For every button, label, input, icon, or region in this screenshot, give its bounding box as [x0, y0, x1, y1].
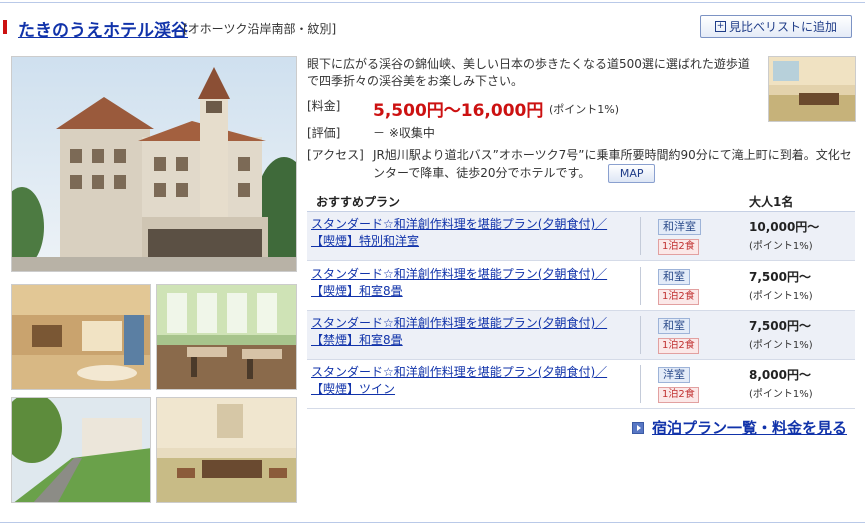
room-type-badge: 和室 [658, 269, 690, 285]
column-divider [640, 316, 641, 354]
add-to-compare-button[interactable]: + 見比べリストに追加 [700, 15, 852, 38]
meal-badge: 1泊2食 [658, 239, 699, 255]
plan-points: (ポイント1%) [749, 291, 813, 302]
price-point-rate: (ポイント1%) [549, 103, 620, 116]
add-to-compare-label: 見比べリストに追加 [728, 20, 837, 34]
room-type-badge: 洋室 [658, 367, 690, 383]
all-plans-label: 宿泊プラン一覧・料金を見る [652, 419, 848, 437]
plus-box-icon: + [714, 21, 726, 32]
plan-name-link[interactable]: スタンダード☆和洋創作料理を堪能プラン(夕朝食付)／【喫煙】ツイン [311, 364, 627, 398]
bottom-divider [0, 522, 865, 523]
arrow-right-icon [632, 421, 644, 434]
column-divider [640, 217, 641, 255]
plan-price: 8,000円〜 [749, 368, 811, 382]
room-type-badge: 和室 [658, 318, 690, 334]
column-divider [640, 267, 641, 305]
plan-row: スタンダード☆和洋創作料理を堪能プラン(夕朝食付)／【喫煙】特別和洋室 和洋室 … [307, 212, 855, 261]
meal-badge: 1泊2食 [658, 289, 699, 305]
plan-row: スタンダード☆和洋創作料理を堪能プラン(夕朝食付)／【禁煙】和室8畳 和室 1泊… [307, 311, 855, 360]
map-button[interactable]: MAP [608, 164, 656, 183]
meal-badge: 1泊2食 [658, 387, 699, 403]
rating-value: － ※収集中 [373, 126, 435, 140]
restaurant-photo[interactable] [156, 284, 297, 390]
access-info: JR旭川駅より道北バス”オホーツク7号”に乗車所要時間約90分にて滝上町に到着。… [373, 146, 859, 183]
plan-points: (ポイント1%) [749, 340, 813, 351]
garden-path-photo[interactable] [11, 397, 151, 503]
adult-price-heading: 大人1名 [749, 195, 794, 209]
plan-price: 7,500円〜 [749, 319, 811, 333]
price-label: [料金] [307, 99, 341, 113]
accent-bar [3, 20, 7, 34]
plan-row: スタンダード☆和洋創作料理を堪能プラン(夕朝食付)／【喫煙】ツイン 洋室 1泊2… [307, 360, 855, 409]
plan-name-link[interactable]: スタンダード☆和洋創作料理を堪能プラン(夕朝食付)／【禁煙】和室8畳 [311, 315, 627, 349]
hotel-exterior-photo[interactable] [11, 56, 297, 272]
plan-table-header: おすすめプラン 大人1名 [307, 190, 855, 212]
rating-label: [評価] [307, 126, 341, 140]
lobby-photo[interactable] [11, 284, 151, 390]
top-divider [0, 2, 865, 3]
access-label: [アクセス] [307, 148, 364, 162]
hotel-name-link[interactable]: たきのうえホテル渓谷 [18, 16, 188, 41]
recommended-plans-heading: おすすめプラン [316, 195, 401, 209]
hotel-header: たきのうえホテル渓谷 [オホーツク沿岸南部・紋別] + 見比べリストに追加 [0, 8, 865, 48]
price-range: 5,500円〜16,000円 [373, 101, 544, 121]
all-plans-link[interactable]: 宿泊プラン一覧・料金を見る [632, 417, 847, 438]
column-divider [640, 365, 641, 403]
plan-points: (ポイント1%) [749, 389, 813, 400]
plan-points: (ポイント1%) [749, 241, 813, 252]
plan-name-link[interactable]: スタンダード☆和洋創作料理を堪能プラン(夕朝食付)／【喫煙】特別和洋室 [311, 216, 627, 250]
meal-badge: 1泊2食 [658, 338, 699, 354]
hotel-description: 眼下に広がる渓谷の錦仙峡、美しい日本の歩きたくなる道500選に選ばれた遊歩道で四… [307, 57, 750, 88]
plan-row: スタンダード☆和洋創作料理を堪能プラン(夕朝食付)／【喫煙】和室8畳 和室 1泊… [307, 262, 855, 311]
plan-name-link[interactable]: スタンダード☆和洋創作料理を堪能プラン(夕朝食付)／【喫煙】和室8畳 [311, 266, 627, 300]
plan-price: 10,000円〜 [749, 220, 820, 234]
hotel-region: [オホーツク沿岸南部・紋別] [183, 22, 337, 36]
plan-price: 7,500円〜 [749, 270, 811, 284]
room-thumbnail-photo[interactable] [768, 56, 856, 122]
japanese-room-photo[interactable] [156, 397, 297, 503]
room-type-badge: 和洋室 [658, 219, 701, 235]
